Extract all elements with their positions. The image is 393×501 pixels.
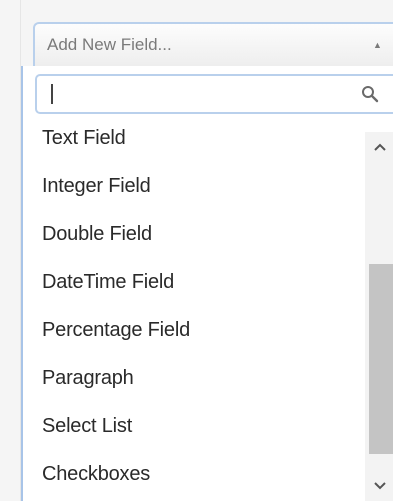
- scrollbar-thumb[interactable]: [369, 264, 393, 454]
- search-box[interactable]: [35, 74, 393, 114]
- list-item-integer-field[interactable]: Integer Field: [42, 162, 151, 210]
- triangle-up-icon[interactable]: ▲: [373, 40, 382, 50]
- chevron-down-icon[interactable]: [365, 471, 393, 501]
- list-item-checkboxes[interactable]: Checkboxes: [42, 450, 150, 498]
- list-scrollbar[interactable]: [365, 132, 393, 501]
- field-picker: Add New Field... ▲ Text Field Integer Fi…: [0, 0, 393, 501]
- search-input[interactable]: [37, 76, 357, 112]
- list-item-double-field[interactable]: Double Field: [42, 210, 152, 258]
- list-item-select-list[interactable]: Select List: [42, 402, 132, 450]
- text-cursor: [51, 84, 53, 104]
- list-item-paragraph[interactable]: Paragraph: [42, 354, 134, 402]
- add-field-combobox[interactable]: Add New Field... ▲: [33, 22, 393, 68]
- list-item-datetime-field[interactable]: DateTime Field: [42, 258, 174, 306]
- list-item-text-field[interactable]: Text Field: [42, 118, 126, 162]
- add-field-placeholder: Add New Field...: [47, 35, 172, 54]
- field-type-list: Text Field Integer Field Double Field Da…: [23, 118, 353, 501]
- field-type-dropdown: Text Field Integer Field Double Field Da…: [21, 66, 393, 501]
- search-icon[interactable]: [361, 85, 379, 103]
- list-item-percentage-field[interactable]: Percentage Field: [42, 306, 190, 354]
- chevron-up-icon[interactable]: [365, 132, 393, 162]
